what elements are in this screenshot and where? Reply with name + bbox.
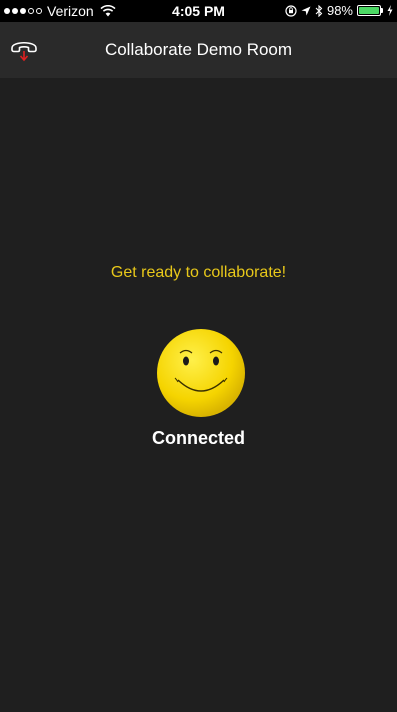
nav-bar: Collaborate Demo Room xyxy=(0,22,397,78)
hang-up-button[interactable] xyxy=(8,34,40,66)
bluetooth-icon xyxy=(315,4,323,17)
hang-up-phone-icon xyxy=(11,41,37,62)
charging-icon xyxy=(387,5,393,16)
battery-percent: 98% xyxy=(326,3,353,18)
connection-status: Connected xyxy=(151,428,245,448)
room-title: Collaborate Demo Room xyxy=(104,40,293,59)
orientation-lock-icon xyxy=(285,4,297,17)
main-content: Get ready to collaborate! Connected xyxy=(0,78,397,712)
status-right: 98% xyxy=(285,3,393,18)
location-icon xyxy=(301,6,311,15)
app-screen: Verizon 4:05 PM 98% Collaborate Demo Roo… xyxy=(0,0,397,712)
battery-icon xyxy=(357,5,383,16)
smiley-face-icon xyxy=(157,329,245,417)
ready-message: Get ready to collaborate! xyxy=(110,264,287,281)
status-bar: Verizon 4:05 PM 98% xyxy=(0,0,397,22)
